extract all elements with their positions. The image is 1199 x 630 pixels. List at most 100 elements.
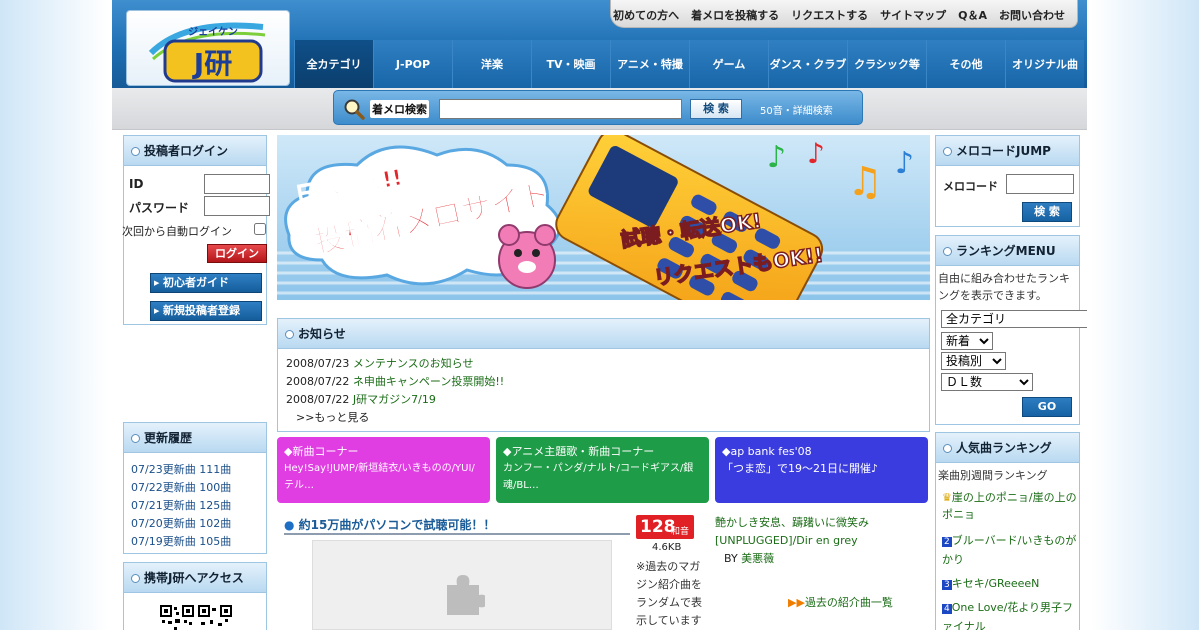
search-label: 着メロ検索 <box>370 100 429 118</box>
double-arrow-icon: ▶▶ <box>788 596 805 609</box>
nav-tab-classic[interactable]: クラシック等 <box>847 40 926 88</box>
puzzle-piece-icon <box>447 575 485 615</box>
news-link[interactable]: J研マガジン7/19 <box>353 393 436 406</box>
nav-tab-tv-movie[interactable]: TV・映画 <box>531 40 610 88</box>
advanced-search-link[interactable]: 50音・詳細検索 <box>760 102 833 117</box>
login-id-input[interactable] <box>204 174 270 194</box>
feature-tile-body: Hey!Say!JUMP/新垣結衣/いきものの/YUI/テル… <box>284 463 475 491</box>
feature-tile-title: ◆新曲コーナー <box>284 445 359 458</box>
news-link[interactable]: ネ申曲キャンペーン投票開始!! <box>353 375 504 388</box>
site-logo[interactable]: ジェイケン J研 <box>126 10 290 86</box>
nav-tab-western[interactable]: 洋楽 <box>452 40 531 88</box>
ranking-item[interactable]: 2 ブルーバード/いきものがかり <box>942 532 1078 575</box>
feature-tile-apbank[interactable]: ◆ap bank fes'08 「つま恋」で19〜21日に開催♪ <box>715 437 928 503</box>
auto-login-checkbox[interactable] <box>254 223 266 235</box>
login-button[interactable]: ログイン <box>207 244 267 263</box>
util-link-contact[interactable]: お問い合わせ <box>999 7 1065 23</box>
rank-4-icon: 4 <box>942 604 952 614</box>
crown-icon: ♛ <box>942 491 952 504</box>
util-link-qa[interactable]: Q＆A <box>958 7 987 23</box>
util-link-post[interactable]: 着メロを投稿する <box>691 7 779 23</box>
login-password-label: パスワード <box>129 201 190 215</box>
update-history-title: 更新履歴 <box>124 423 266 453</box>
feature-tile-anime[interactable]: ◆アニメ主題歌・新曲コーナー カンフー・パンダ/ナルト/コードギアス/銀魂/BL… <box>496 437 709 503</box>
svg-text:ジェイケン: ジェイケン <box>188 26 238 38</box>
ranking-sort-select[interactable]: ＤＬ数 <box>941 373 1033 391</box>
update-history-list: 07/23更新曲 111曲 07/22更新曲 100曲 07/21更新曲 125… <box>131 461 231 551</box>
plugin-placeholder[interactable] <box>312 540 612 630</box>
search-button[interactable]: 検 索 <box>690 99 742 119</box>
ranking-menu-title: ランキングMENU <box>936 236 1079 266</box>
update-history-item[interactable]: 07/22更新曲 100曲 <box>131 479 231 497</box>
magnifier-icon <box>344 99 365 120</box>
melo-code-input[interactable] <box>1006 174 1074 194</box>
past-picks-label: 過去の紹介曲一覧 <box>804 596 893 609</box>
update-history-item[interactable]: 07/21更新曲 125曲 <box>131 497 231 515</box>
svg-text:♪: ♪ <box>807 137 825 170</box>
page: ジェイケン J研 初めての方へ 着メロを投稿する リクエストする サイトマップ … <box>112 0 1087 630</box>
register-button[interactable]: 新規投稿者登録 <box>150 301 262 321</box>
popular-ranking-title: 人気曲ランキング <box>936 433 1079 463</box>
nav-tab-game[interactable]: ゲーム <box>689 40 768 88</box>
search-band: 着メロ検索 検 索 50音・詳細検索 <box>112 88 1087 130</box>
magazine-song-link[interactable]: 艶かしき安息、躊躇いに微笑み[UNPLUGGED]/Dir en grey <box>715 514 911 550</box>
svg-text:♪: ♪ <box>895 146 914 181</box>
feature-tile-title: ◆アニメ主題歌・新曲コーナー <box>503 445 655 458</box>
ranking-go-button[interactable]: GO <box>1022 397 1072 417</box>
update-history-item[interactable]: 07/19更新曲 105曲 <box>131 533 231 551</box>
past-picks-link[interactable]: ▶▶過去の紹介曲一覧 <box>788 594 893 610</box>
ranking-item[interactable]: 4 One Love/花より男子ファイナル <box>942 599 1078 630</box>
nav-tab-original[interactable]: オリジナル曲 <box>1005 40 1084 88</box>
auto-login-label: 次回から自動ログイン <box>122 225 232 238</box>
ranking-item-label: ブルーバード/いきものがかり <box>942 534 1077 566</box>
hero-banner-graphic: ♪ ♪ ♫ ♪ 日本最大!! 投稿着メロサイト 試聴・転送OK! リクエストもO… <box>277 129 930 344</box>
melo-code-search-button[interactable]: 検 索 <box>1022 202 1072 222</box>
ranking-menu-desc: 自由に組み合わせたランキングを表示できます。 <box>938 272 1070 302</box>
file-size: 4.6KB <box>652 542 682 553</box>
news-link[interactable]: メンテナンスのお知らせ <box>353 357 474 370</box>
ranking-item-label: 崖の上のポニョ/崖の上のポニョ <box>942 491 1077 521</box>
hero-banner[interactable]: ♪ ♪ ♫ ♪ 日本最大!! 投稿着メロサイト 試聴・転送OK! リクエストもO… <box>277 129 930 344</box>
bullet-icon: ● <box>284 518 295 532</box>
news-more-link[interactable]: >>もっと見る <box>286 409 929 427</box>
util-link-first-time[interactable]: 初めての方へ <box>613 7 679 23</box>
login-panel: 投稿者ログイン ID パスワード 次回から自動ログイン ログイン 初心者ガイド … <box>122 135 270 325</box>
ranking-type-select[interactable]: 投稿別 <box>941 352 1006 370</box>
search-input[interactable] <box>439 99 682 119</box>
login-password-input[interactable] <box>204 196 270 216</box>
ranking-item[interactable]: 3 キセキ/GReeeeN <box>942 575 1078 599</box>
util-link-request[interactable]: リクエストする <box>791 7 868 23</box>
category-nav: 全カテゴリ J-POP 洋楽 TV・映画 アニメ・特撮 ゲーム ダンス・クラブ … <box>294 40 1087 88</box>
util-link-sitemap[interactable]: サイトマップ <box>880 7 946 23</box>
qr-code-icon <box>160 605 194 630</box>
ranking-period-select[interactable]: 新着 <box>941 332 993 350</box>
chord-badge: 128 和音 <box>636 515 694 539</box>
beginner-guide-button[interactable]: 初心者ガイド <box>150 273 262 293</box>
nav-tab-anime[interactable]: アニメ・特撮 <box>610 40 689 88</box>
promo-heading-text: 約15万曲がパソコンで試聴可能！！ <box>298 518 496 532</box>
magazine-note-text: ※過去のマガジン紹介曲をランダムで表示しています <box>636 560 702 627</box>
news-list: 2008/07/23 メンテナンスのお知らせ 2008/07/22 ネ申曲キャン… <box>278 349 929 427</box>
popular-ranking-list: ♛崖の上のポニョ/崖の上のポニョ 2 ブルーバード/いきものがかり 3 キセキ/GR… <box>942 489 1078 630</box>
login-panel-title: 投稿者ログイン <box>124 136 266 166</box>
ranking-item[interactable]: ♛崖の上のポニョ/崖の上のポニョ <box>942 489 1078 532</box>
update-history-item[interactable]: 07/23更新曲 111曲 <box>131 461 231 479</box>
news-panel: お知らせ 2008/07/23 メンテナンスのお知らせ 2008/07/22 ネ… <box>277 318 930 432</box>
nav-tab-all[interactable]: 全カテゴリ <box>294 40 373 88</box>
feature-tile-body: カンフー・パンダ/ナルト/コードギアス/銀魂/BL… <box>503 463 694 491</box>
melo-code-panel: メロコードJUMP メロコード 検 索 <box>935 135 1080 227</box>
update-history-panel: 更新履歴 07/23更新曲 111曲 07/22更新曲 100曲 07/21更新… <box>123 422 267 554</box>
melo-code-label: メロコード <box>943 180 998 193</box>
update-history-item[interactable]: 07/20更新曲 102曲 <box>131 515 231 533</box>
news-date: 2008/07/22 <box>286 393 350 406</box>
ranking-category-select[interactable]: 全カテゴリ <box>941 310 1087 328</box>
svg-text:♫: ♫ <box>847 159 883 205</box>
nav-tab-dance[interactable]: ダンス・クラブ <box>768 40 847 88</box>
feature-tile-new-songs[interactable]: ◆新曲コーナー Hey!Say!JUMP/新垣結衣/いきものの/YUI/テル… <box>277 437 490 503</box>
rank-2-icon: 2 <box>942 537 952 547</box>
nav-tab-other[interactable]: その他 <box>926 40 1005 88</box>
ranking-menu-panel: ランキングMENU 自由に組み合わせたランキングを表示できます。 全カテゴリ 新… <box>935 235 1087 425</box>
nav-tab-jpop[interactable]: J-POP <box>373 40 452 88</box>
logo-graphic-icon: ジェイケン J研 <box>148 22 266 83</box>
news-item: 2008/07/23 メンテナンスのお知らせ <box>286 355 929 373</box>
